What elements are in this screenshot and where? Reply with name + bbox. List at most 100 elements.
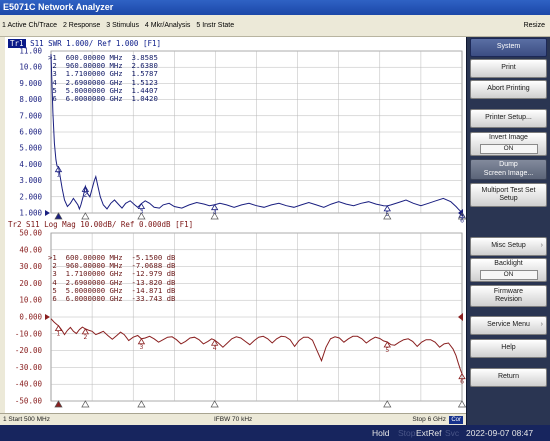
trace1-marker-label: 5 <box>385 211 389 218</box>
trace1-y-tick-label: 2.000 <box>19 192 42 201</box>
trace2-marker-label: 4 <box>213 345 217 352</box>
softkey-invert-image[interactable]: Invert Image ON <box>470 132 547 156</box>
submenu-arrow-icon: › <box>540 241 543 249</box>
softkey-dump-screen-image[interactable]: Dump Screen Image... <box>470 159 547 180</box>
menu-mkr-analysis[interactable]: 4 Mkr/Analysis <box>143 15 193 37</box>
backlight-value: ON <box>479 270 538 281</box>
softkey-printer-setup-label: Printer Setup... <box>485 114 532 122</box>
softkey-multiport-label-line2: Setup <box>499 195 518 202</box>
softkey-panel: System Print Abort Printing Printer Setu… <box>466 37 550 425</box>
softkey-print[interactable]: Print <box>470 59 547 78</box>
softkey-printer-setup[interactable]: Printer Setup... <box>470 109 547 128</box>
trace2-y-tick-label: -50.00 <box>15 397 43 406</box>
trace1-axis-marker-1 <box>54 212 63 220</box>
marker-value: 1.0420 <box>122 94 158 104</box>
datetime: 2022-09-07 08:47 <box>466 428 534 438</box>
softkey-misc-setup[interactable]: Misc Setup › <box>470 237 547 256</box>
trace2-y-tick-label: -10.00 <box>15 329 43 338</box>
softkey-backlight-label: Backlight <box>494 259 523 267</box>
softkey-return-label: Return <box>497 373 519 381</box>
menu-instr-state[interactable]: 5 Instr State <box>194 15 236 37</box>
trace1-y-tick-label: 9.000 <box>19 79 42 88</box>
trace1-reference-arrow <box>45 210 50 216</box>
trace2-marker-table: >1 600.00000 MHz -5.1500 dB 2 960.00000 … <box>48 253 176 304</box>
softkey-title-label: System <box>496 43 521 51</box>
trace1-y-tick-label: 3.000 <box>19 176 42 185</box>
trace2-marker-label: 6 <box>460 379 464 386</box>
window-title-bar: E5071C Network Analyzer <box>0 0 550 15</box>
instrument-status-bar: Hold Stop ExtRef Svc 2022-09-07 08:47 <box>0 425 550 441</box>
trace1-y-tick-label: 10.00 <box>19 63 42 72</box>
trace2-axis-marker-1 <box>54 400 63 408</box>
marker-id: 6 <box>48 294 57 304</box>
softkey-backlight[interactable]: Backlight ON <box>470 258 547 282</box>
trace1-y-tick-label: 5.000 <box>19 144 42 153</box>
trace2-axis-marker-3 <box>137 400 146 408</box>
trace2-reference-arrow-right <box>458 313 463 321</box>
trace1-tag[interactable]: Tr1 <box>8 39 26 48</box>
softkey-abort-printing[interactable]: Abort Printing <box>470 80 547 99</box>
menu-response[interactable]: 2 Response <box>61 15 102 37</box>
trace2-marker-label: 1 <box>57 331 61 338</box>
trace1-marker-table: >1 600.00000 MHz 3.8585 2 960.00000 MHz … <box>48 53 158 104</box>
trace1-y-tick-label: 8.000 <box>19 95 42 104</box>
softkey-multiport-label-line1: Multiport Test Set <box>481 186 536 194</box>
trace2-axis-marker-4 <box>210 400 219 408</box>
trace1-y-tick-label: 1.000 <box>19 209 42 218</box>
softkey-abort-printing-label: Abort Printing <box>487 85 530 93</box>
softkey-firmware-label-line1: Firmware <box>493 287 524 295</box>
trace1-marker-label: 2 <box>83 191 87 198</box>
svc-status: Svc <box>445 428 460 438</box>
softkey-firmware-label-line2: Revision <box>495 296 522 303</box>
trace2-header: Tr2 S11 Log Mag 10.00dB/ Ref 0.000dB [F1… <box>8 220 193 229</box>
trace2-y-tick-label: -40.00 <box>15 380 43 389</box>
menu-active-ch-trace[interactable]: 1 Active Ch/Trace <box>0 15 59 37</box>
trace2-y-tick-label: 10.00 <box>19 296 42 305</box>
trace1-axis-marker-2 <box>81 212 90 220</box>
window-title: E5071C Network Analyzer <box>3 2 114 12</box>
trace1-header: Tr1 S11 SWR 1.000/ Ref 1.000 [F1] <box>8 39 161 48</box>
trace2-y-tick-label: 20.00 <box>19 279 42 288</box>
trace2-y-tick-label: -20.00 <box>15 346 43 355</box>
softkey-invert-image-label: Invert Image <box>489 133 528 141</box>
menu-bar: 1 Active Ch/Trace 2 Response 3 Stimulus … <box>0 15 550 37</box>
extref-status: ExtRef <box>416 428 442 438</box>
softkey-firmware-revision[interactable]: Firmware Revision <box>470 285 547 307</box>
marker-frequency: 6.0000000 GHz <box>56 294 123 304</box>
invert-image-value: ON <box>479 144 538 155</box>
marker-frequency: 6.0000000 GHz <box>56 94 123 104</box>
trace2-marker-readout[interactable]: 6 6.0000000 GHz -33.743 dB <box>48 294 176 304</box>
trace1-y-tick-label: 4.000 <box>19 160 42 169</box>
trace1-format-label: S11 SWR 1.000/ Ref 1.000 [F1] <box>30 39 162 48</box>
softkey-multiport-test-set[interactable]: Multiport Test Set Setup <box>470 183 547 207</box>
trace2-y-tick-label: 40.00 <box>19 245 42 254</box>
trace2-axis-marker-2 <box>81 400 90 408</box>
trace2-y-tick-label: 0.000 <box>19 313 42 322</box>
menu-stimulus[interactable]: 3 Stimulus <box>104 15 141 37</box>
submenu-arrow-icon: › <box>540 320 543 328</box>
trace1-y-tick-label: 6.000 <box>19 128 42 137</box>
correction-badge: Cor <box>449 416 463 424</box>
softkey-help[interactable]: Help <box>470 339 547 358</box>
marker-value: -33.743 dB <box>122 294 176 304</box>
softkey-dump-label-line1: Dump <box>499 161 518 168</box>
trace2-format-label: Tr2 S11 Log Mag 10.00dB/ Ref 0.000dB [F1… <box>8 220 194 229</box>
trace2-y-tick-label: 30.00 <box>19 262 42 271</box>
softkey-print-label: Print <box>501 64 516 72</box>
stop-status: Stop <box>398 428 416 438</box>
softkey-help-label: Help <box>501 344 516 352</box>
resize-button[interactable]: Resize <box>524 15 545 37</box>
softkey-service-menu[interactable]: Service Menu › <box>470 316 547 335</box>
softkey-misc-setup-label: Misc Setup <box>491 242 526 250</box>
plot-area[interactable]: 11.00 10.00 9.000 8.000 7.000 6.000 5.000 4.000… <box>5 37 466 413</box>
trace1-marker-readout[interactable]: 6 6.0000000 GHz 1.0420 <box>48 94 158 104</box>
trace2-reference-arrow <box>45 314 50 320</box>
softkey-dump-label-line2: Screen Image... <box>483 169 534 177</box>
trace2-axis-marker-6 <box>457 400 466 408</box>
channel-status-bar: 1 Start 500 MHz IFBW 70 kHz Stop 6 GHz C… <box>0 413 466 425</box>
marker-id: 6 <box>48 94 57 104</box>
softkey-return[interactable]: Return <box>470 368 547 387</box>
trace1-y-tick-label: 7.000 <box>19 111 42 120</box>
trace2-y-tick-label: 50.00 <box>19 229 42 238</box>
trace2-axis-marker-5 <box>383 400 392 408</box>
